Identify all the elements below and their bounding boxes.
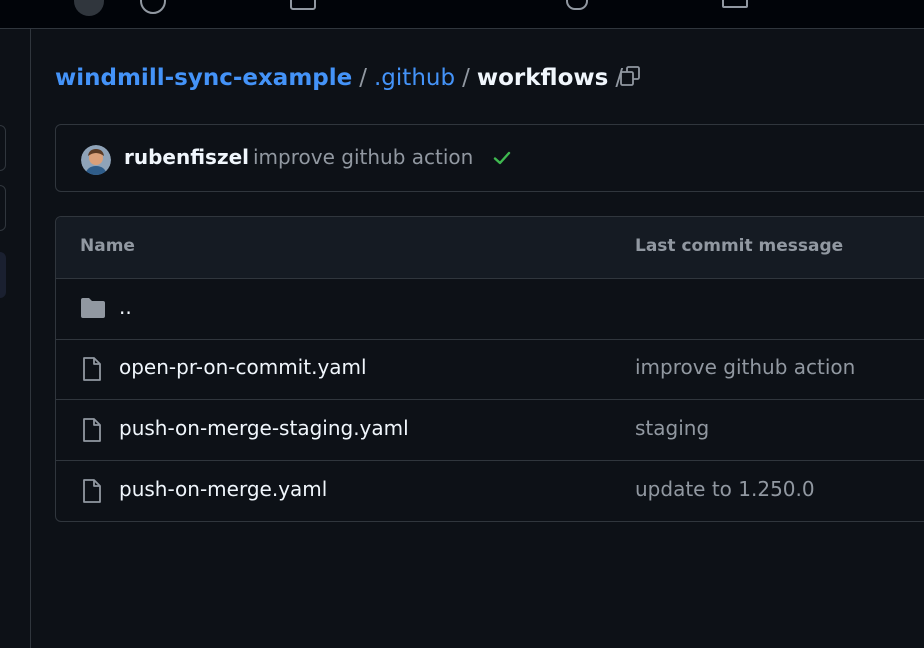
insights-icon[interactable]: [722, 0, 748, 8]
last-commit-column-header: Last commit message: [635, 236, 844, 256]
file-name-link[interactable]: open-pr-on-commit.yaml: [119, 355, 367, 379]
folder-icon: [80, 296, 106, 324]
sidebar-search-button[interactable]: [0, 252, 6, 298]
breadcrumb-separator: /: [462, 65, 470, 91]
table-header: Name Last commit message: [56, 217, 924, 279]
table-row[interactable]: push-on-merge.yaml update to 1.250.0: [56, 461, 924, 521]
file-commit-message-link[interactable]: update to 1.250.0: [635, 477, 815, 501]
issues-icon[interactable]: [140, 0, 166, 14]
commit-message-link[interactable]: improve github action: [253, 145, 473, 169]
name-column-header: Name: [80, 236, 135, 256]
file-icon: [80, 356, 104, 386]
breadcrumb-separator: /: [359, 65, 367, 91]
file-tree-divider: [30, 28, 31, 648]
projects-icon[interactable]: [290, 0, 316, 10]
copy-path-button[interactable]: [612, 60, 648, 92]
latest-commit-box: rubenfiszel improve github action: [55, 124, 924, 192]
table-row-parent-directory[interactable]: ..: [56, 279, 924, 340]
file-icon: [80, 478, 104, 508]
repo-nav-bar: [0, 0, 924, 29]
file-name-link[interactable]: push-on-merge-staging.yaml: [119, 416, 409, 440]
nav-circle-icon[interactable]: [74, 0, 104, 16]
copy-icon: [620, 66, 640, 86]
file-commit-message-link[interactable]: staging: [635, 416, 709, 440]
file-table: Name Last commit message .. open-pr-on-c…: [55, 216, 924, 522]
breadcrumb: windmill-sync-example / .github / workfl…: [55, 62, 630, 94]
breadcrumb-current: workflows: [476, 65, 609, 91]
avatar[interactable]: [81, 145, 111, 175]
parent-directory-link[interactable]: ..: [119, 295, 132, 319]
file-icon: [80, 417, 104, 447]
file-commit-message-link[interactable]: improve github action: [635, 355, 855, 379]
security-icon[interactable]: [566, 0, 588, 10]
file-name-link[interactable]: push-on-merge.yaml: [119, 477, 327, 501]
table-row[interactable]: push-on-merge-staging.yaml staging: [56, 400, 924, 461]
sidebar-toggle-button[interactable]: [0, 125, 6, 171]
sidebar-branch-button[interactable]: [0, 185, 6, 231]
check-icon[interactable]: [491, 147, 513, 173]
table-row[interactable]: open-pr-on-commit.yaml improve github ac…: [56, 339, 924, 400]
commit-author-link[interactable]: rubenfiszel: [124, 145, 249, 169]
breadcrumb-repo-link[interactable]: windmill-sync-example: [55, 65, 352, 91]
breadcrumb-folder-link[interactable]: .github: [374, 65, 455, 91]
